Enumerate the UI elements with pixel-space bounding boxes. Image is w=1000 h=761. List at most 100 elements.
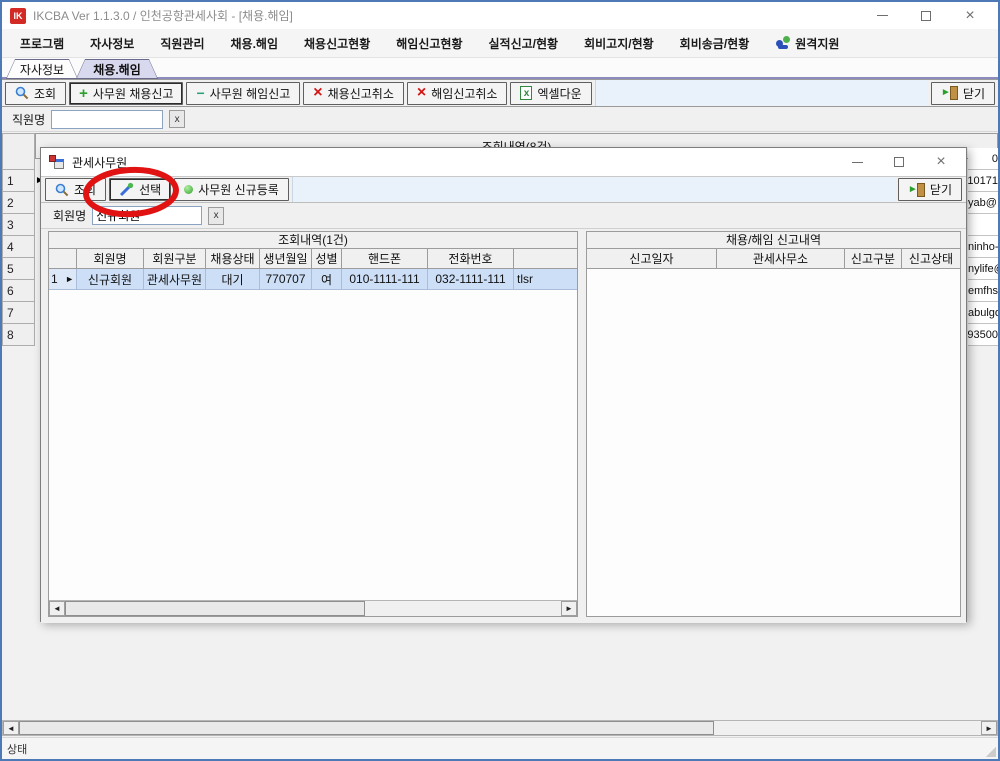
app-logo-icon: IK — [10, 8, 26, 24]
menu-hire-status[interactable]: 채용신고현황 — [304, 35, 370, 52]
row-header[interactable]: 2 — [2, 192, 35, 214]
hire-report-button[interactable]: 사무원 채용신고 — [69, 82, 183, 105]
maximize-icon — [894, 157, 904, 167]
dialog-search-button[interactable]: 조회 — [45, 178, 106, 201]
menu-staff-manage[interactable]: 직원관리 — [160, 35, 204, 52]
col-report-date[interactable]: 신고일자 — [587, 249, 717, 268]
scrollbar-track[interactable] — [19, 721, 981, 735]
col-customs-office[interactable]: 관세사무소 — [717, 249, 845, 268]
close-screen-button[interactable]: ► 닫기 — [931, 82, 995, 105]
employee-filter-row: 직원명 x — [2, 107, 998, 132]
col-rownum — [49, 249, 77, 268]
row-number-cell: 1► — [49, 269, 77, 289]
main-toolbar: 조회 사무원 채용신고 사무원 해임신고 채용신고취소 해임신고취소 엑셀다운 … — [2, 79, 998, 107]
dismiss-cancel-button[interactable]: 해임신고취소 — [407, 82, 508, 105]
close-screen-label: 닫기 — [963, 85, 985, 102]
col-mobile[interactable]: 핸드폰 — [342, 249, 428, 268]
menu-remote-support[interactable]: 원격지원 — [775, 35, 839, 52]
dismiss-cancel-label: 해임신고취소 — [431, 85, 497, 102]
cell-clipped: tlsr — [514, 269, 577, 289]
menu-hire-dismiss[interactable]: 채용.해임 — [231, 35, 279, 52]
tab-strip: 자사정보 채용.해임 — [2, 58, 998, 79]
menu-company-info[interactable]: 자사정보 — [90, 35, 134, 52]
col-gender[interactable]: 성별 — [312, 249, 342, 268]
resize-grip[interactable] — [986, 747, 996, 757]
hire-report-label: 사무원 채용신고 — [93, 85, 174, 102]
row-header[interactable]: 5 — [2, 258, 35, 280]
excel-download-button[interactable]: 엑셀다운 — [510, 82, 591, 105]
menu-fee-remit[interactable]: 회비송금/현황 — [680, 35, 750, 52]
tab-hire-dismiss[interactable]: 채용.해임 — [76, 59, 158, 79]
cell-mobile: 010-1111-111 — [342, 269, 428, 289]
background-grid-clipped-column: 0 10171 yab@ ninho- nylife@ emfhs abulgo… — [968, 148, 998, 346]
dialog-toolbar: 조회 선택 사무원 신규등록 ► 닫기 — [41, 176, 966, 203]
menu-dismiss-status[interactable]: 해임신고현황 — [396, 35, 462, 52]
hire-dismiss-report-panel: 채용/해임 신고내역 신고일자 관세사무소 신고구분 신고상태 — [586, 231, 961, 617]
row-header[interactable]: 7 — [2, 302, 35, 324]
minimize-icon — [852, 162, 863, 163]
dismiss-report-button[interactable]: 사무원 해임신고 — [186, 82, 300, 105]
cell-phone: 032-1111-111 — [428, 269, 514, 289]
employee-name-input[interactable] — [51, 110, 163, 129]
row-header-blank — [2, 133, 35, 170]
row-header[interactable]: 8 — [2, 324, 35, 346]
background-grid-row-headers: 1 2 3 4 5 6 7 8 — [2, 133, 35, 346]
row-header[interactable]: 3 — [2, 214, 35, 236]
cell-hire-status: 대기 — [206, 269, 260, 289]
clipped-cell — [968, 214, 998, 236]
dialog-close-action-label: 닫기 — [930, 181, 952, 198]
row-header[interactable]: 1 — [2, 170, 35, 192]
close-icon: × — [936, 154, 945, 170]
dialog-minimize-button[interactable] — [836, 148, 878, 176]
clipped-cell: yab@ — [968, 192, 998, 214]
col-clipped — [514, 249, 577, 268]
status-label: 상태 — [7, 741, 27, 757]
scroll-right-arrow[interactable]: ► — [561, 601, 577, 616]
hire-cancel-button[interactable]: 채용신고취소 — [303, 82, 404, 105]
dialog-toolbar-spacer — [292, 177, 895, 202]
scrollbar-thumb[interactable] — [65, 601, 365, 616]
col-member-type[interactable]: 회원구분 — [144, 249, 206, 268]
tab-company-info[interactable]: 자사정보 — [6, 59, 78, 79]
clipped-cell: 0 — [968, 148, 998, 170]
menu-fee-notice[interactable]: 회비고지/현황 — [584, 35, 654, 52]
member-name-clear-button[interactable]: x — [208, 207, 224, 225]
col-hire-status[interactable]: 채용상태 — [206, 249, 260, 268]
scroll-left-arrow[interactable]: ◄ — [49, 601, 65, 616]
minus-icon — [196, 86, 204, 101]
col-birthdate[interactable]: 생년월일 — [260, 249, 312, 268]
col-report-type[interactable]: 신고구분 — [845, 249, 902, 268]
scroll-right-arrow[interactable]: ► — [981, 721, 997, 735]
red-x-icon — [417, 85, 426, 101]
col-member-name[interactable]: 회원명 — [77, 249, 144, 268]
maximize-button[interactable] — [904, 2, 948, 29]
dialog-maximize-button[interactable] — [878, 148, 920, 176]
close-button[interactable]: × — [948, 2, 992, 29]
close-icon: × — [965, 8, 974, 24]
menu-remote-support-label: 원격지원 — [795, 35, 839, 52]
row-number: 1 — [51, 272, 58, 286]
dialog-close-button[interactable]: × — [920, 148, 962, 176]
member-name-input[interactable] — [92, 206, 202, 225]
status-bar: 상태 — [2, 737, 998, 759]
select-button-label: 선택 — [139, 181, 161, 198]
row-header[interactable]: 4 — [2, 236, 35, 258]
clipped-cell: 893500 — [968, 324, 998, 346]
register-clerk-button[interactable]: 사무원 신규등록 — [174, 178, 289, 201]
row-header[interactable]: 6 — [2, 280, 35, 302]
col-report-status[interactable]: 신고상태 — [902, 249, 960, 268]
employee-name-clear-button[interactable]: x — [169, 110, 185, 128]
search-button[interactable]: 조회 — [5, 82, 66, 105]
minimize-button[interactable] — [860, 2, 904, 29]
dialog-close-action-button[interactable]: ► 닫기 — [898, 178, 962, 201]
door-exit-icon: ► — [941, 86, 958, 100]
menu-performance[interactable]: 실적신고/현황 — [489, 35, 559, 52]
menu-program[interactable]: 프로그램 — [20, 35, 64, 52]
results-horizontal-scrollbar: ◄ ► — [49, 600, 577, 616]
scrollbar-track[interactable] — [65, 601, 561, 616]
scroll-left-arrow[interactable]: ◄ — [3, 721, 19, 735]
scrollbar-thumb[interactable] — [19, 721, 714, 735]
select-button[interactable]: 선택 — [109, 178, 171, 201]
member-row-selected[interactable]: 1► 신규회원 관세사무원 대기 770707 여 010-1111-111 0… — [49, 269, 577, 290]
col-phone[interactable]: 전화번호 — [428, 249, 514, 268]
